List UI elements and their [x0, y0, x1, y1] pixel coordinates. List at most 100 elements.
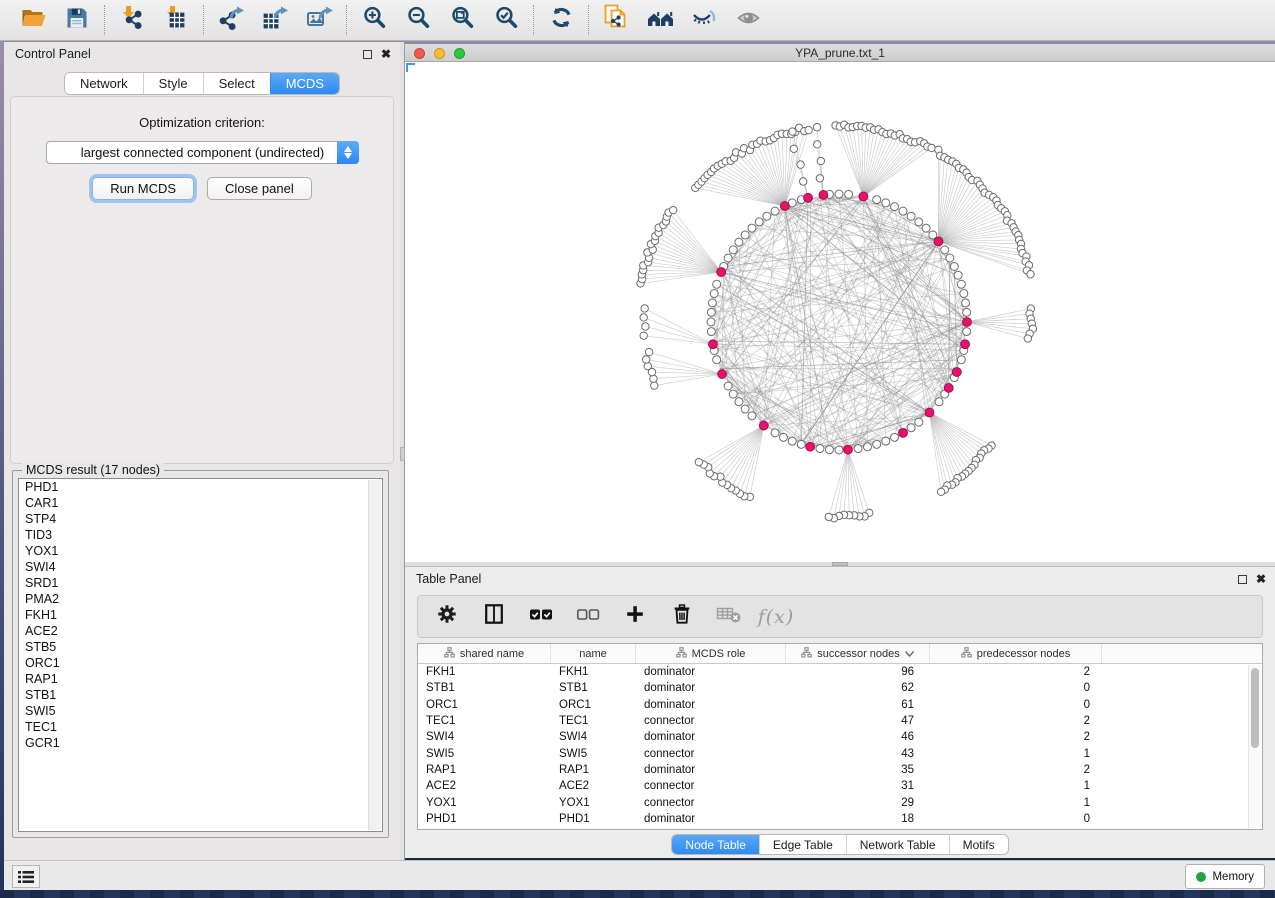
ring-node[interactable] — [708, 299, 716, 307]
function-builder-button[interactable]: f(x) — [764, 605, 788, 629]
ring-node[interactable] — [873, 440, 881, 448]
ring-node[interactable] — [957, 280, 965, 288]
zoom-window-icon[interactable] — [454, 48, 465, 59]
ring-node[interactable] — [707, 308, 715, 316]
table-row[interactable]: TEC1TEC1connector472 — [418, 713, 1262, 729]
leaf-node[interactable] — [797, 161, 804, 168]
ring-node[interactable] — [941, 246, 949, 254]
ring-node[interactable] — [922, 224, 930, 232]
tab-motifs[interactable]: Motifs — [949, 835, 1008, 854]
result-node-item[interactable]: SRD1 — [19, 575, 382, 591]
zoom-out-button[interactable] — [404, 6, 432, 34]
ring-node[interactable] — [854, 445, 862, 453]
mcds-hub-node[interactable] — [859, 192, 868, 201]
ring-node[interactable] — [710, 290, 718, 298]
mcds-hub-node[interactable] — [844, 445, 853, 454]
result-node-item[interactable]: PHD1 — [19, 479, 382, 495]
mcds-result-list[interactable]: PHD1CAR1STP4TID3YOX1SWI4SRD1PMA2FKH1ACE2… — [18, 478, 383, 832]
float-table-panel-icon[interactable] — [1238, 575, 1247, 584]
mcds-hub-node[interactable] — [759, 421, 768, 430]
zoom-in-button[interactable] — [360, 6, 388, 34]
leaf-node[interactable] — [799, 178, 806, 185]
leaf-node[interactable] — [805, 126, 812, 133]
ring-node[interactable] — [954, 271, 962, 279]
ring-node[interactable] — [835, 446, 843, 454]
new-network-from-selection-button[interactable] — [602, 6, 630, 34]
tab-edge-table[interactable]: Edge Table — [759, 835, 846, 854]
ring-node[interactable] — [825, 446, 833, 454]
zoom-selected-button[interactable] — [492, 6, 520, 34]
ring-node[interactable] — [741, 231, 749, 239]
ring-node[interactable] — [946, 254, 954, 262]
zoom-fit-button[interactable] — [448, 6, 476, 34]
close-panel-icon[interactable]: ✖ — [381, 49, 391, 59]
ring-node[interactable] — [748, 412, 756, 420]
leaf-node[interactable] — [789, 128, 796, 135]
leaf-node[interactable] — [928, 144, 935, 151]
result-node-item[interactable]: PMA2 — [19, 591, 382, 607]
ring-node[interactable] — [735, 398, 743, 406]
mcds-hub-node[interactable] — [709, 340, 718, 349]
task-history-button[interactable] — [12, 865, 40, 888]
node-table[interactable]: shared namenameMCDS rolesuccessor nodesp… — [417, 643, 1263, 830]
ring-node[interactable] — [713, 280, 721, 288]
leaf-node[interactable] — [1027, 271, 1034, 278]
leaf-node[interactable] — [1024, 335, 1031, 342]
tab-node-table[interactable]: Node Table — [672, 835, 759, 854]
ring-node[interactable] — [962, 299, 970, 307]
ring-node[interactable] — [891, 203, 899, 211]
deselect-all-button[interactable] — [576, 605, 600, 629]
tab-network[interactable]: Network — [65, 73, 143, 94]
leaf-node[interactable] — [814, 141, 821, 148]
column-header-predecessor-nodes[interactable]: predecessor nodes — [930, 644, 1102, 663]
ring-node[interactable] — [935, 398, 943, 406]
ring-node[interactable] — [724, 382, 732, 390]
table-scrollbar-thumb[interactable] — [1251, 668, 1259, 748]
table-row[interactable]: STB1STB1dominator620 — [418, 680, 1262, 696]
leaf-node[interactable] — [640, 314, 647, 321]
ring-node[interactable] — [763, 212, 771, 220]
ring-node[interactable] — [835, 190, 843, 198]
tab-network-table[interactable]: Network Table — [846, 835, 949, 854]
ring-node[interactable] — [771, 207, 779, 215]
ring-node[interactable] — [755, 218, 763, 226]
gear-button[interactable] — [435, 605, 459, 629]
ring-node[interactable] — [797, 440, 805, 448]
destroy-table-button[interactable] — [717, 605, 741, 629]
ring-node[interactable] — [915, 218, 923, 226]
leaf-node[interactable] — [640, 332, 647, 339]
mcds-hub-node[interactable] — [781, 202, 790, 211]
ring-node[interactable] — [950, 262, 958, 270]
mcds-hub-node[interactable] — [819, 191, 828, 200]
leaf-node[interactable] — [937, 488, 944, 495]
export-image-button[interactable] — [305, 6, 333, 34]
ring-node[interactable] — [915, 418, 923, 426]
ring-node[interactable] — [907, 424, 915, 432]
ring-node[interactable] — [891, 433, 899, 441]
hide-selected-button[interactable] — [690, 6, 718, 34]
mcds-hub-node[interactable] — [952, 368, 961, 377]
result-node-item[interactable]: RAP1 — [19, 671, 382, 687]
first-neighbors-button[interactable] — [646, 6, 674, 34]
dropdown-stepper-icon[interactable] — [337, 141, 359, 164]
ring-node[interactable] — [960, 290, 968, 298]
table-scrollbar[interactable] — [1248, 665, 1261, 828]
column-header-name[interactable]: name — [551, 644, 636, 663]
leaf-node[interactable] — [641, 305, 648, 312]
ring-node[interactable] — [724, 254, 732, 262]
ring-node[interactable] — [771, 429, 779, 437]
ring-node[interactable] — [788, 437, 796, 445]
result-node-item[interactable]: STB5 — [19, 639, 382, 655]
mcds-hub-node[interactable] — [925, 408, 934, 417]
table-row[interactable]: RAP1RAP1dominator352 — [418, 762, 1262, 778]
column-header-MCDS-role[interactable]: MCDS role — [636, 644, 786, 663]
table-row[interactable]: ORC1ORC1dominator610 — [418, 697, 1262, 713]
result-node-item[interactable]: SWI4 — [19, 559, 382, 575]
result-list-scrollbar[interactable] — [368, 480, 381, 830]
save-session-button[interactable] — [63, 6, 91, 34]
ring-node[interactable] — [863, 443, 871, 451]
tab-style[interactable]: Style — [143, 73, 203, 94]
leaf-node[interactable] — [651, 382, 658, 389]
result-node-item[interactable]: STB1 — [19, 687, 382, 703]
ring-node[interactable] — [707, 328, 715, 336]
